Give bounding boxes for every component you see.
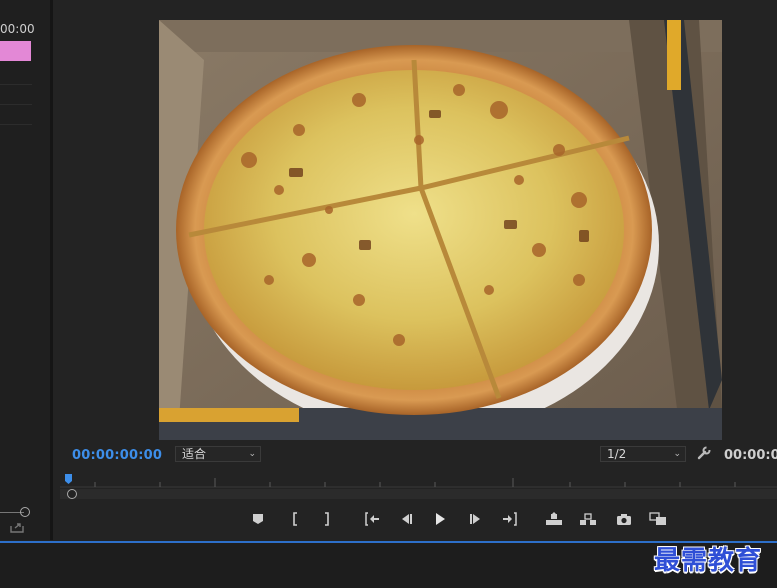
resolution-dropdown-value: 1/2 <box>607 447 627 461</box>
comparison-view-icon <box>649 512 666 525</box>
add-marker-icon <box>253 514 263 524</box>
step-back-icon <box>402 514 412 524</box>
current-timecode[interactable]: 00:00:00:00 <box>72 448 162 463</box>
left-panel: 00:00 <box>0 0 50 540</box>
step-forward-icon <box>470 514 480 524</box>
scrub-bar[interactable] <box>60 489 777 499</box>
export-frame-icon <box>617 513 631 525</box>
mark-in-icon <box>293 512 297 526</box>
transport-controls <box>0 508 777 530</box>
play-icon <box>436 513 445 525</box>
left-timecode: 00:00 <box>0 22 35 36</box>
mark-out-icon <box>325 512 329 526</box>
lift-icon <box>546 512 562 525</box>
pizza-image <box>159 20 722 440</box>
extract-button[interactable] <box>577 508 599 530</box>
comparison-view-button[interactable] <box>647 508 669 530</box>
wrench-icon[interactable] <box>697 446 711 460</box>
scrub-handle[interactable] <box>67 489 77 499</box>
play-button[interactable] <box>429 508 451 530</box>
fit-dropdown-value: 适合 <box>182 447 207 461</box>
watermark-logo: 最需教育 <box>654 546 763 576</box>
time-ruler[interactable] <box>60 470 777 488</box>
go-to-out-button[interactable] <box>499 508 521 530</box>
export-frame-button[interactable] <box>613 508 635 530</box>
lift-button[interactable] <box>543 508 565 530</box>
clip-bar[interactable] <box>0 41 31 61</box>
go-to-in-button[interactable] <box>361 508 383 530</box>
mark-out-button[interactable] <box>316 508 338 530</box>
add-marker-button[interactable] <box>247 508 269 530</box>
go-to-in-icon <box>365 512 379 526</box>
chevron-down-icon: ⌄ <box>673 449 681 459</box>
chevron-down-icon: ⌄ <box>248 449 256 459</box>
mark-in-button[interactable] <box>284 508 306 530</box>
duration-timecode: 00:00:05 <box>724 448 777 463</box>
panel-divider <box>0 84 32 85</box>
step-back-button[interactable] <box>395 508 417 530</box>
video-frame[interactable] <box>159 20 722 440</box>
panel-divider <box>0 104 32 105</box>
fit-dropdown[interactable]: 适合 ⌄ <box>175 446 261 462</box>
go-to-out-icon <box>503 512 517 526</box>
panel-divider <box>0 124 32 125</box>
resolution-dropdown[interactable]: 1/2 ⌄ <box>600 446 686 462</box>
extract-icon <box>580 513 596 525</box>
step-forward-button[interactable] <box>465 508 487 530</box>
playhead-icon[interactable] <box>65 474 73 484</box>
